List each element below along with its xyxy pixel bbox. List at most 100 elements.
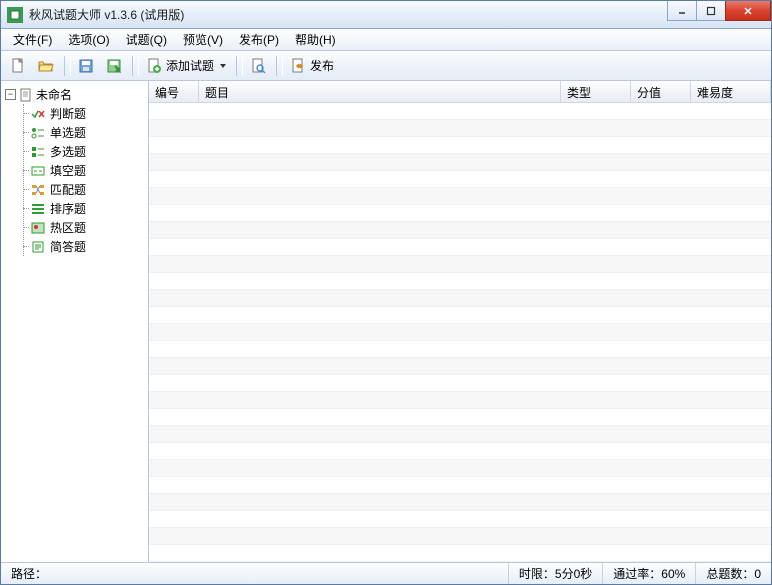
publish-label: 发布 [310,57,334,74]
status-total: 总题数：0 [696,563,771,584]
document-icon [18,88,34,102]
table-row [149,528,771,545]
table-row [149,460,771,477]
statusbar: 路径： 时限：5分0秒 通过率：60% 总题数：0 [1,562,771,584]
sidebar-tree[interactable]: − 未命名 判断题 单选题 多选题 [1,81,149,562]
match-icon [30,183,46,197]
toolbar-separator [236,56,237,76]
hotzone-icon [30,221,46,235]
tree-item-blank[interactable]: 填空题 [24,161,146,180]
add-question-button[interactable]: 添加试题 [141,54,231,78]
tree-item-label: 填空题 [50,162,86,179]
menu-file[interactable]: 文件(F) [5,29,60,50]
status-path: 路径： [1,563,509,584]
table-header: 编号 题目 类型 分值 难易度 [149,81,771,103]
save-button[interactable] [73,54,99,78]
essay-icon [30,240,46,254]
menu-publish[interactable]: 发布(P) [231,29,287,50]
table-row [149,392,771,409]
table-row [149,341,771,358]
collapse-icon[interactable]: − [5,89,16,100]
preview-button[interactable] [245,54,271,78]
table-row [149,290,771,307]
table-row [149,239,771,256]
table-row [149,273,771,290]
menu-questions[interactable]: 试题(Q) [118,29,175,50]
tree-item-essay[interactable]: 简答题 [24,237,146,256]
col-title[interactable]: 题目 [199,81,561,102]
table-row [149,511,771,528]
tree-item-sort[interactable]: 排序题 [24,199,146,218]
col-score[interactable]: 分值 [631,81,691,102]
save-as-button[interactable] [101,54,127,78]
tree-item-label: 排序题 [50,200,86,217]
table-row [149,154,771,171]
minimize-button[interactable] [667,1,697,21]
multi-choice-icon [30,145,46,159]
tree-item-single[interactable]: 单选题 [24,123,146,142]
tree-item-judge[interactable]: 判断题 [24,104,146,123]
col-type[interactable]: 类型 [561,81,631,102]
status-pass-rate: 通过率：60% [603,563,696,584]
col-number[interactable]: 编号 [149,81,199,102]
new-file-icon [10,58,26,74]
table-row [149,171,771,188]
titlebar: 秋风试题大师 v1.3.6 (试用版) [1,1,771,29]
tree-item-hotzone[interactable]: 热区题 [24,218,146,237]
window-controls [668,1,771,28]
sort-icon [30,202,46,216]
open-folder-icon [38,58,54,74]
toolbar-separator [276,56,277,76]
close-button[interactable] [725,1,771,21]
chevron-down-icon [220,64,226,68]
tree-item-label: 判断题 [50,105,86,122]
save-icon [78,58,94,74]
toolbar-separator [132,56,133,76]
maximize-button[interactable] [696,1,726,21]
table-body[interactable] [149,103,771,562]
preview-icon [250,58,266,74]
table-row [149,205,771,222]
app-window: 秋风试题大师 v1.3.6 (试用版) 文件(F) 选项(O) 试题(Q) 预览… [0,0,772,585]
status-path-label: 路径： [11,565,47,582]
table-row [149,222,771,239]
tree-item-label: 单选题 [50,124,86,141]
app-icon [7,7,23,23]
save-as-icon [106,58,122,74]
table-row [149,477,771,494]
tree-item-label: 简答题 [50,238,86,255]
new-button[interactable] [5,54,31,78]
table-row [149,443,771,460]
menu-help[interactable]: 帮助(H) [287,29,344,50]
table-row [149,358,771,375]
table-row [149,256,771,273]
blank-icon [30,164,46,178]
table-row [149,494,771,511]
toolbar: 添加试题 发布 [1,51,771,81]
table-row [149,137,771,154]
table-row [149,324,771,341]
publish-button[interactable]: 发布 [285,54,339,78]
tree-item-match[interactable]: 匹配题 [24,180,146,199]
tree-root-label: 未命名 [36,86,72,103]
table-row [149,409,771,426]
main-area: 编号 题目 类型 分值 难易度 [149,81,771,562]
publish-icon [290,58,306,74]
menu-preview[interactable]: 预览(V) [175,29,231,50]
tree-children: 判断题 单选题 多选题 填空题 匹配题 [23,104,146,256]
col-difficulty[interactable]: 难易度 [691,81,771,102]
menubar: 文件(F) 选项(O) 试题(Q) 预览(V) 发布(P) 帮助(H) [1,29,771,51]
tree-item-multi[interactable]: 多选题 [24,142,146,161]
tree-root-node[interactable]: − 未命名 [3,85,146,104]
table-row [149,120,771,137]
table-row [149,188,771,205]
judge-icon [30,107,46,121]
menu-options[interactable]: 选项(O) [60,29,117,50]
open-button[interactable] [33,54,59,78]
single-choice-icon [30,126,46,140]
table-row [149,307,771,324]
table-row [149,375,771,392]
table-row [149,426,771,443]
tree-item-label: 多选题 [50,143,86,160]
status-time-limit: 时限：5分0秒 [509,563,603,584]
